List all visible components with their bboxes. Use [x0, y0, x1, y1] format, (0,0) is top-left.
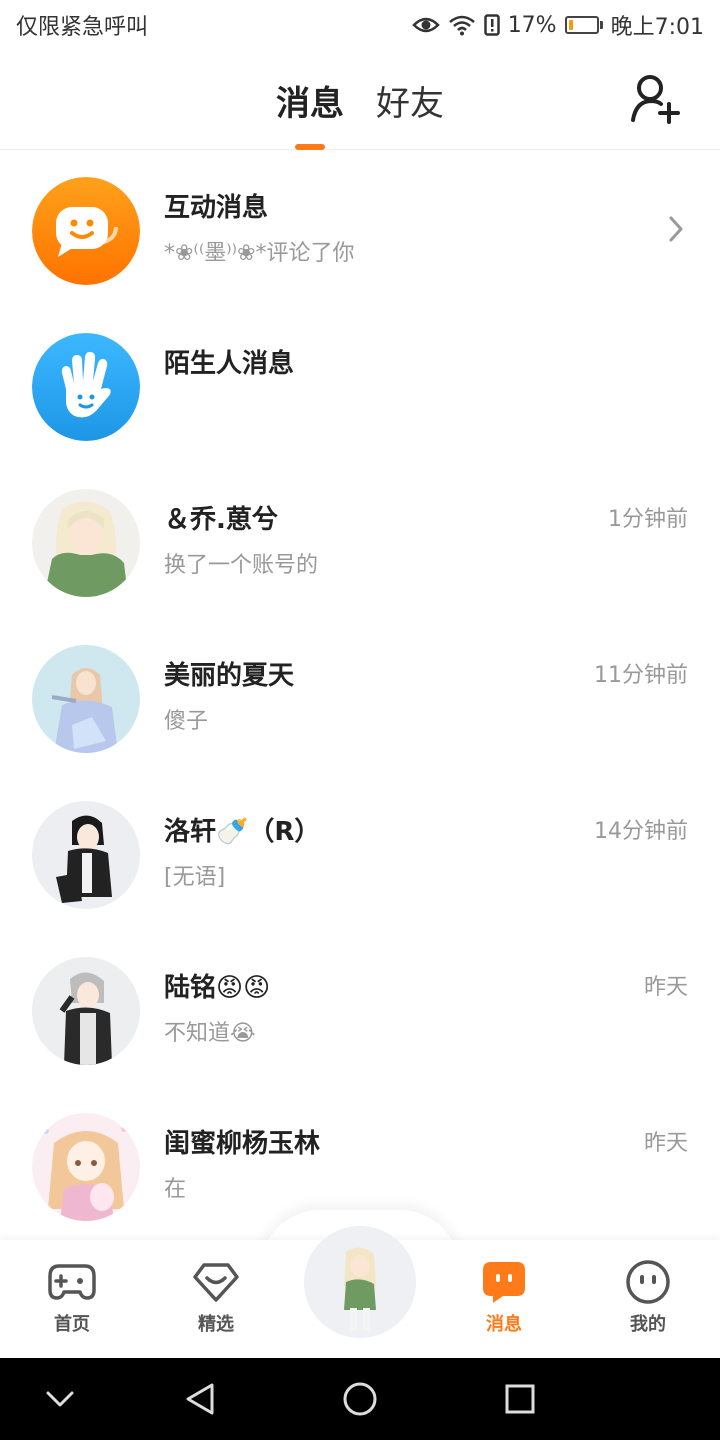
battery-icon	[564, 16, 603, 34]
system-nav-bar	[0, 1358, 720, 1440]
carrier-text: 仅限紧急呼叫	[16, 15, 149, 40]
system-back-button[interactable]	[160, 1358, 240, 1440]
eye-icon	[411, 17, 440, 33]
chat-bubble-icon	[32, 177, 140, 285]
list-item-chat[interactable]: ＆乔.葸兮 换了一个账号的 1分钟前	[0, 463, 720, 619]
add-friend-icon[interactable]	[630, 72, 680, 126]
message-list: 互动消息 *❀⁽⁽墨⁾⁾❀*评论了你 陌生人消息 ＆乔.葸兮 换了一个账号的 1…	[0, 151, 720, 1243]
conversation-name: 美丽的夏天	[164, 661, 295, 691]
nav-home[interactable]: 首页	[12, 1240, 132, 1358]
heart-badge-icon	[193, 1263, 239, 1302]
list-item-chat[interactable]: 洛轩🍼（R） [无语] 14分钟前	[0, 775, 720, 931]
conversation-preview: 换了一个账号的	[164, 553, 319, 578]
clock: 晚上7:01	[610, 15, 704, 40]
tab-messages-label: 消息	[276, 83, 344, 124]
conversation-preview: 在	[164, 1177, 187, 1202]
list-item-strangers[interactable]: 陌生人消息	[0, 307, 720, 463]
conversation-name: 洛轩🍼（R）	[164, 817, 321, 847]
avatar	[32, 1113, 140, 1221]
nav-messages[interactable]: 消息	[444, 1240, 564, 1358]
tab-friends-label: 好友	[376, 83, 444, 124]
profile-face-icon	[626, 1260, 670, 1304]
conversation-name: 闺蜜柳杨玉林	[164, 1129, 321, 1159]
center-avatar-button[interactable]	[304, 1226, 416, 1338]
wave-hand-icon	[32, 333, 140, 441]
status-icons: 17% 晚上7:01	[411, 9, 704, 41]
conversation-name: ＆乔.葸兮	[164, 505, 278, 535]
avatar	[32, 645, 140, 753]
conversation-time: 昨天	[643, 1131, 688, 1156]
nav-featured[interactable]: 精选	[156, 1240, 276, 1358]
nav-messages-label: 消息	[486, 1314, 522, 1335]
status-bar: 仅限紧急呼叫 17% 晚上7:01	[0, 0, 720, 50]
list-item-interactions[interactable]: 互动消息 *❀⁽⁽墨⁾⁾❀*评论了你	[0, 151, 720, 307]
avatar	[32, 489, 140, 597]
avatar	[304, 1226, 416, 1338]
sim-alert-icon	[483, 14, 500, 36]
conversation-name: 陌生人消息	[164, 349, 295, 379]
conversation-preview: *❀⁽⁽墨⁾⁾❀*评论了你	[164, 241, 355, 266]
conversation-time: 1分钟前	[608, 507, 688, 532]
interaction-avatar	[32, 177, 140, 285]
tab-bar: 消息 好友	[0, 50, 720, 150]
conversation-time: 昨天	[643, 975, 688, 1000]
back-triangle-icon	[186, 1383, 214, 1415]
conversation-time: 11分钟前	[594, 663, 688, 688]
message-icon	[483, 1262, 525, 1303]
conversation-preview: [无语]	[164, 865, 226, 890]
chevron-right-icon	[669, 216, 683, 242]
conversation-time: 14分钟前	[594, 819, 688, 844]
header: 消息 好友	[0, 50, 720, 150]
wifi-icon	[448, 15, 475, 36]
system-hide-button[interactable]	[20, 1358, 100, 1440]
system-recents-button[interactable]	[480, 1358, 560, 1440]
recents-square-icon	[505, 1384, 535, 1414]
conversation-name: 陆铭😡😡	[164, 973, 271, 1003]
home-circle-icon	[343, 1382, 377, 1416]
gamepad-icon	[48, 1264, 96, 1300]
avatar	[32, 801, 140, 909]
conversation-name: 互动消息	[164, 193, 269, 223]
conversation-preview: 傻子	[164, 709, 209, 734]
nav-profile[interactable]: 我的	[588, 1240, 708, 1358]
stranger-avatar	[32, 333, 140, 441]
system-home-button[interactable]	[320, 1358, 400, 1440]
list-item-chat[interactable]: 陆铭😡😡 不知道😭 昨天	[0, 931, 720, 1087]
list-item-chat[interactable]: 美丽的夏天 傻子 11分钟前	[0, 619, 720, 775]
conversation-preview: 不知道😭	[164, 1021, 256, 1046]
chevron-down-icon	[46, 1391, 74, 1407]
avatar	[32, 957, 140, 1065]
nav-profile-label: 我的	[630, 1314, 666, 1335]
battery-percent: 17%	[507, 12, 557, 38]
nav-featured-label: 精选	[198, 1314, 234, 1335]
tab-messages[interactable]: 消息	[276, 50, 344, 150]
tab-friends[interactable]: 好友	[376, 50, 444, 150]
nav-home-label: 首页	[54, 1314, 90, 1335]
active-tab-indicator	[295, 144, 325, 150]
